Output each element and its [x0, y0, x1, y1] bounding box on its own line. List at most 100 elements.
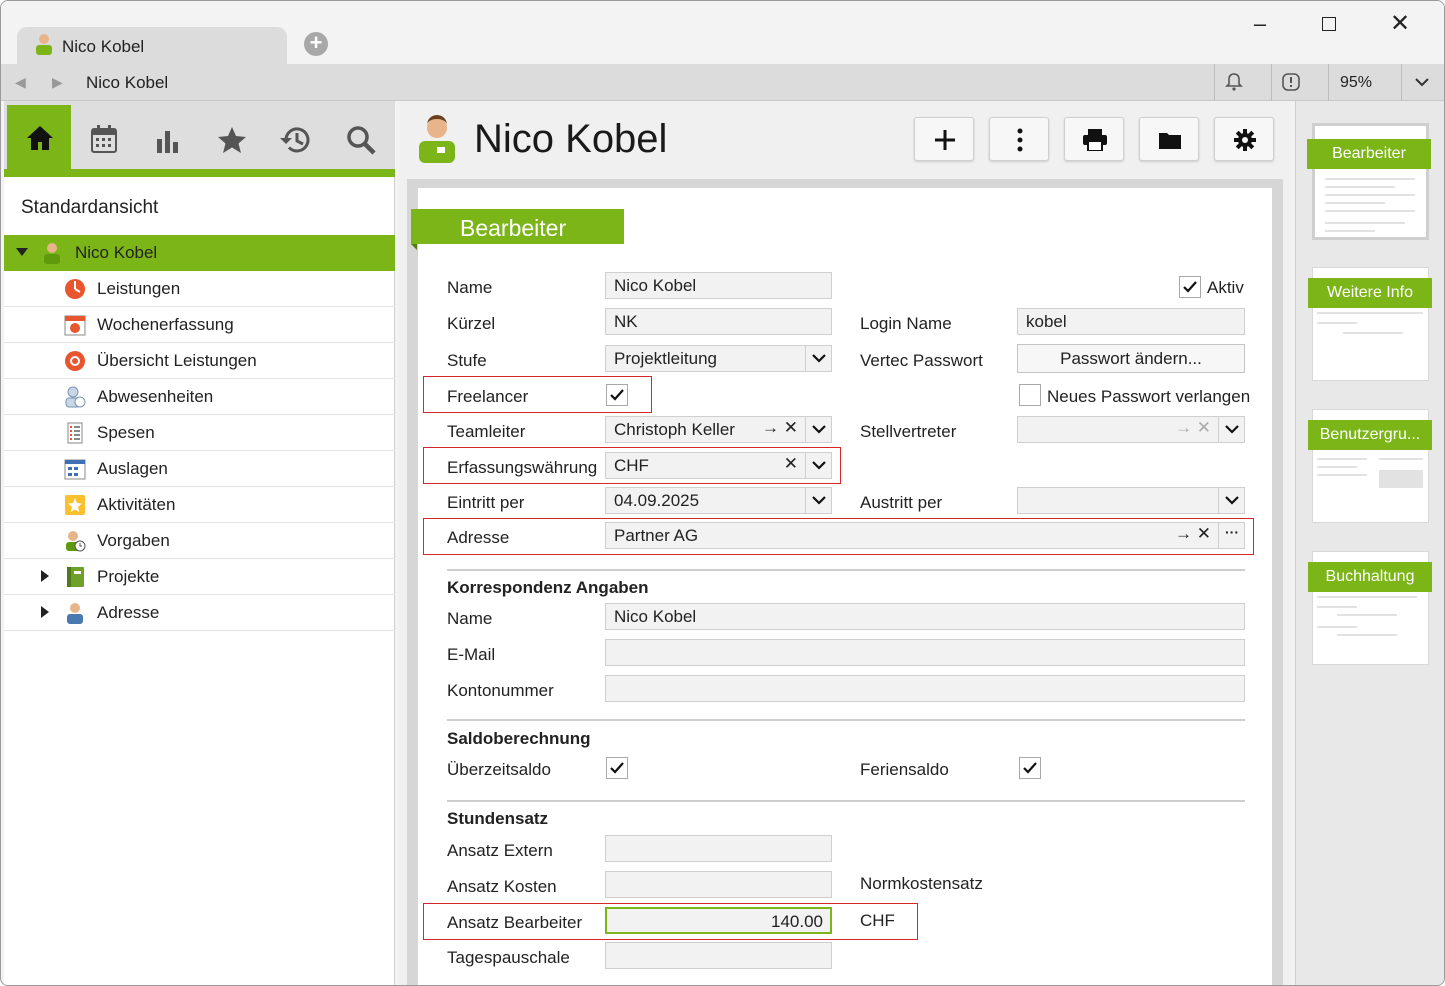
stufe-dropdown-button[interactable]	[805, 345, 832, 372]
tree-item-leistungen[interactable]: Leistungen	[4, 271, 395, 307]
aktiv-label: Aktiv	[1207, 278, 1244, 297]
address-person-icon	[67, 602, 83, 624]
ansatz-extern-field[interactable]	[605, 835, 832, 862]
navigation-toolbar	[4, 101, 395, 177]
kontonummer-field[interactable]	[605, 675, 1245, 702]
kuerzel-field[interactable]: NK	[605, 308, 832, 335]
tagespauschale-field[interactable]	[605, 942, 832, 969]
kontonummer-label: Kontonummer	[447, 681, 554, 700]
home-button[interactable]	[7, 105, 71, 169]
neues-passwort-checkbox[interactable]	[1019, 384, 1041, 406]
ansatz-bearbeiter-label: Ansatz Bearbeiter	[447, 913, 583, 932]
printer-icon	[1083, 129, 1107, 151]
erfassungswaehrung-select[interactable]: CHF ✕	[605, 452, 832, 479]
ueberzeitsaldo-checkbox[interactable]	[606, 757, 628, 779]
calendar-button[interactable]	[71, 105, 135, 169]
ansatz-kosten-field[interactable]	[605, 871, 832, 898]
kuerzel-label: Kürzel	[447, 314, 496, 333]
close-button[interactable]: ✕	[1380, 9, 1420, 39]
freelancer-checkbox[interactable]	[606, 384, 628, 406]
austritt-dropdown-button[interactable]	[1218, 487, 1245, 514]
tree-item-adresse[interactable]: Adresse	[4, 595, 395, 631]
korr-name-field[interactable]: Nico Kobel	[605, 603, 1245, 630]
thumbnail-label: Weitere Info	[1308, 278, 1432, 308]
saldo-heading: Saldoberechnung	[447, 729, 591, 748]
tree-item-auslagen[interactable]: Auslagen	[4, 451, 395, 487]
forward-arrow-icon[interactable]: ▶	[52, 74, 63, 91]
thumbnail-label: Benutzergru...	[1308, 420, 1432, 450]
stellvertreter-label: Stellvertreter	[860, 422, 957, 441]
more-button[interactable]	[989, 117, 1049, 161]
expand-caret-icon[interactable]	[41, 570, 49, 582]
tree-item-uebersicht-leistungen[interactable]: Übersicht Leistungen	[4, 343, 395, 379]
thumbnail-benutzergruppen[interactable]: Benutzergru...	[1308, 409, 1432, 523]
activity-star-icon	[65, 495, 85, 515]
checkmark-icon	[1183, 281, 1197, 293]
tree-item-projekte[interactable]: Projekte	[4, 559, 395, 595]
bell-icon[interactable]	[1224, 72, 1244, 92]
chevron-down-icon[interactable]	[1414, 76, 1430, 88]
page-thumbnails: Bearbeiter Weitere Info Benutzergru... B…	[1295, 101, 1444, 985]
tree-item-nico-kobel[interactable]: Nico Kobel	[4, 235, 395, 271]
clear-icon[interactable]: ✕	[784, 418, 798, 438]
history-button[interactable]	[263, 105, 327, 169]
new-tab-button[interactable]: +	[304, 32, 328, 56]
reports-button[interactable]	[135, 105, 199, 169]
favorites-button[interactable]	[199, 105, 263, 169]
thumbnail-label: Bearbeiter	[1307, 139, 1431, 169]
tree-item-abwesenheiten[interactable]: Abwesenheiten	[4, 379, 395, 415]
user-avatar-icon	[419, 115, 455, 163]
clear-icon[interactable]: ✕	[1197, 524, 1211, 544]
eintritt-dropdown-button[interactable]	[805, 487, 832, 514]
thumbnail-weitere-info[interactable]: Weitere Info	[1308, 267, 1432, 381]
tree-item-vorgaben[interactable]: Vorgaben	[4, 523, 395, 559]
korr-name-label: Name	[447, 609, 493, 628]
expand-caret-icon[interactable]	[16, 248, 28, 256]
tree-item-spesen[interactable]: Spesen	[4, 415, 395, 451]
change-password-button[interactable]: Passwort ändern...	[1017, 344, 1245, 373]
search-button[interactable]	[327, 105, 391, 169]
settings-button[interactable]	[1214, 117, 1274, 161]
name-field[interactable]: Nico Kobel	[605, 272, 832, 299]
thumbnail-bearbeiter[interactable]: Bearbeiter	[1307, 123, 1431, 240]
ansatz-bearbeiter-field[interactable]: 140.00	[605, 907, 832, 934]
tree-item-aktivitaeten[interactable]: Aktivitäten	[4, 487, 395, 523]
outlays-icon	[64, 459, 86, 480]
teamleiter-select[interactable]: Christoph Keller → ✕	[605, 416, 832, 443]
print-button[interactable]	[1064, 117, 1124, 161]
zoom-level[interactable]: 95%	[1340, 74, 1372, 92]
login-name-field[interactable]: kobel	[1017, 308, 1245, 335]
erfassungswaehrung-dropdown-button[interactable]	[805, 452, 832, 479]
clear-icon[interactable]: ✕	[784, 454, 798, 474]
tree-item-wochenerfassung[interactable]: Wochenerfassung	[4, 307, 395, 343]
back-arrow-icon[interactable]: ◀	[15, 74, 26, 91]
aktiv-checkbox[interactable]	[1179, 276, 1201, 298]
thumbnail-buchhaltung[interactable]: Buchhaltung	[1308, 551, 1432, 665]
tab-nico-kobel[interactable]: Nico Kobel	[17, 27, 287, 64]
stufe-select[interactable]: Projektleitung	[605, 345, 832, 372]
adresse-select[interactable]: Partner AG → ✕ ···	[605, 522, 1245, 549]
folder-button[interactable]	[1139, 117, 1199, 161]
eintritt-date[interactable]: 04.09.2025	[605, 487, 832, 514]
stellvertreter-dropdown-button[interactable]	[1218, 416, 1245, 443]
expand-caret-icon[interactable]	[41, 606, 49, 618]
adresse-label: Adresse	[447, 528, 510, 547]
email-field[interactable]	[605, 639, 1245, 666]
home-icon	[27, 126, 53, 150]
adresse-more-button[interactable]: ···	[1218, 522, 1245, 549]
maximize-button[interactable]	[1309, 9, 1349, 39]
navigate-arrow-icon[interactable]: →	[762, 418, 779, 438]
minimize-button[interactable]: –	[1240, 9, 1280, 39]
teamleiter-dropdown-button[interactable]	[805, 416, 832, 443]
austritt-date[interactable]	[1017, 487, 1245, 514]
clear-icon: ✕	[1196, 418, 1211, 437]
navigate-arrow-icon[interactable]: →	[1175, 524, 1192, 544]
add-button[interactable]	[914, 117, 974, 161]
vertec-passwort-label: Vertec Passwort	[860, 351, 983, 370]
folder-icon	[1159, 133, 1181, 149]
alert-icon[interactable]	[1281, 72, 1301, 92]
stellvertreter-select[interactable]: → ✕	[1017, 416, 1245, 443]
feriensaldo-checkbox[interactable]	[1019, 757, 1041, 779]
absence-icon	[65, 386, 86, 408]
login-name-label: Login Name	[860, 314, 952, 333]
